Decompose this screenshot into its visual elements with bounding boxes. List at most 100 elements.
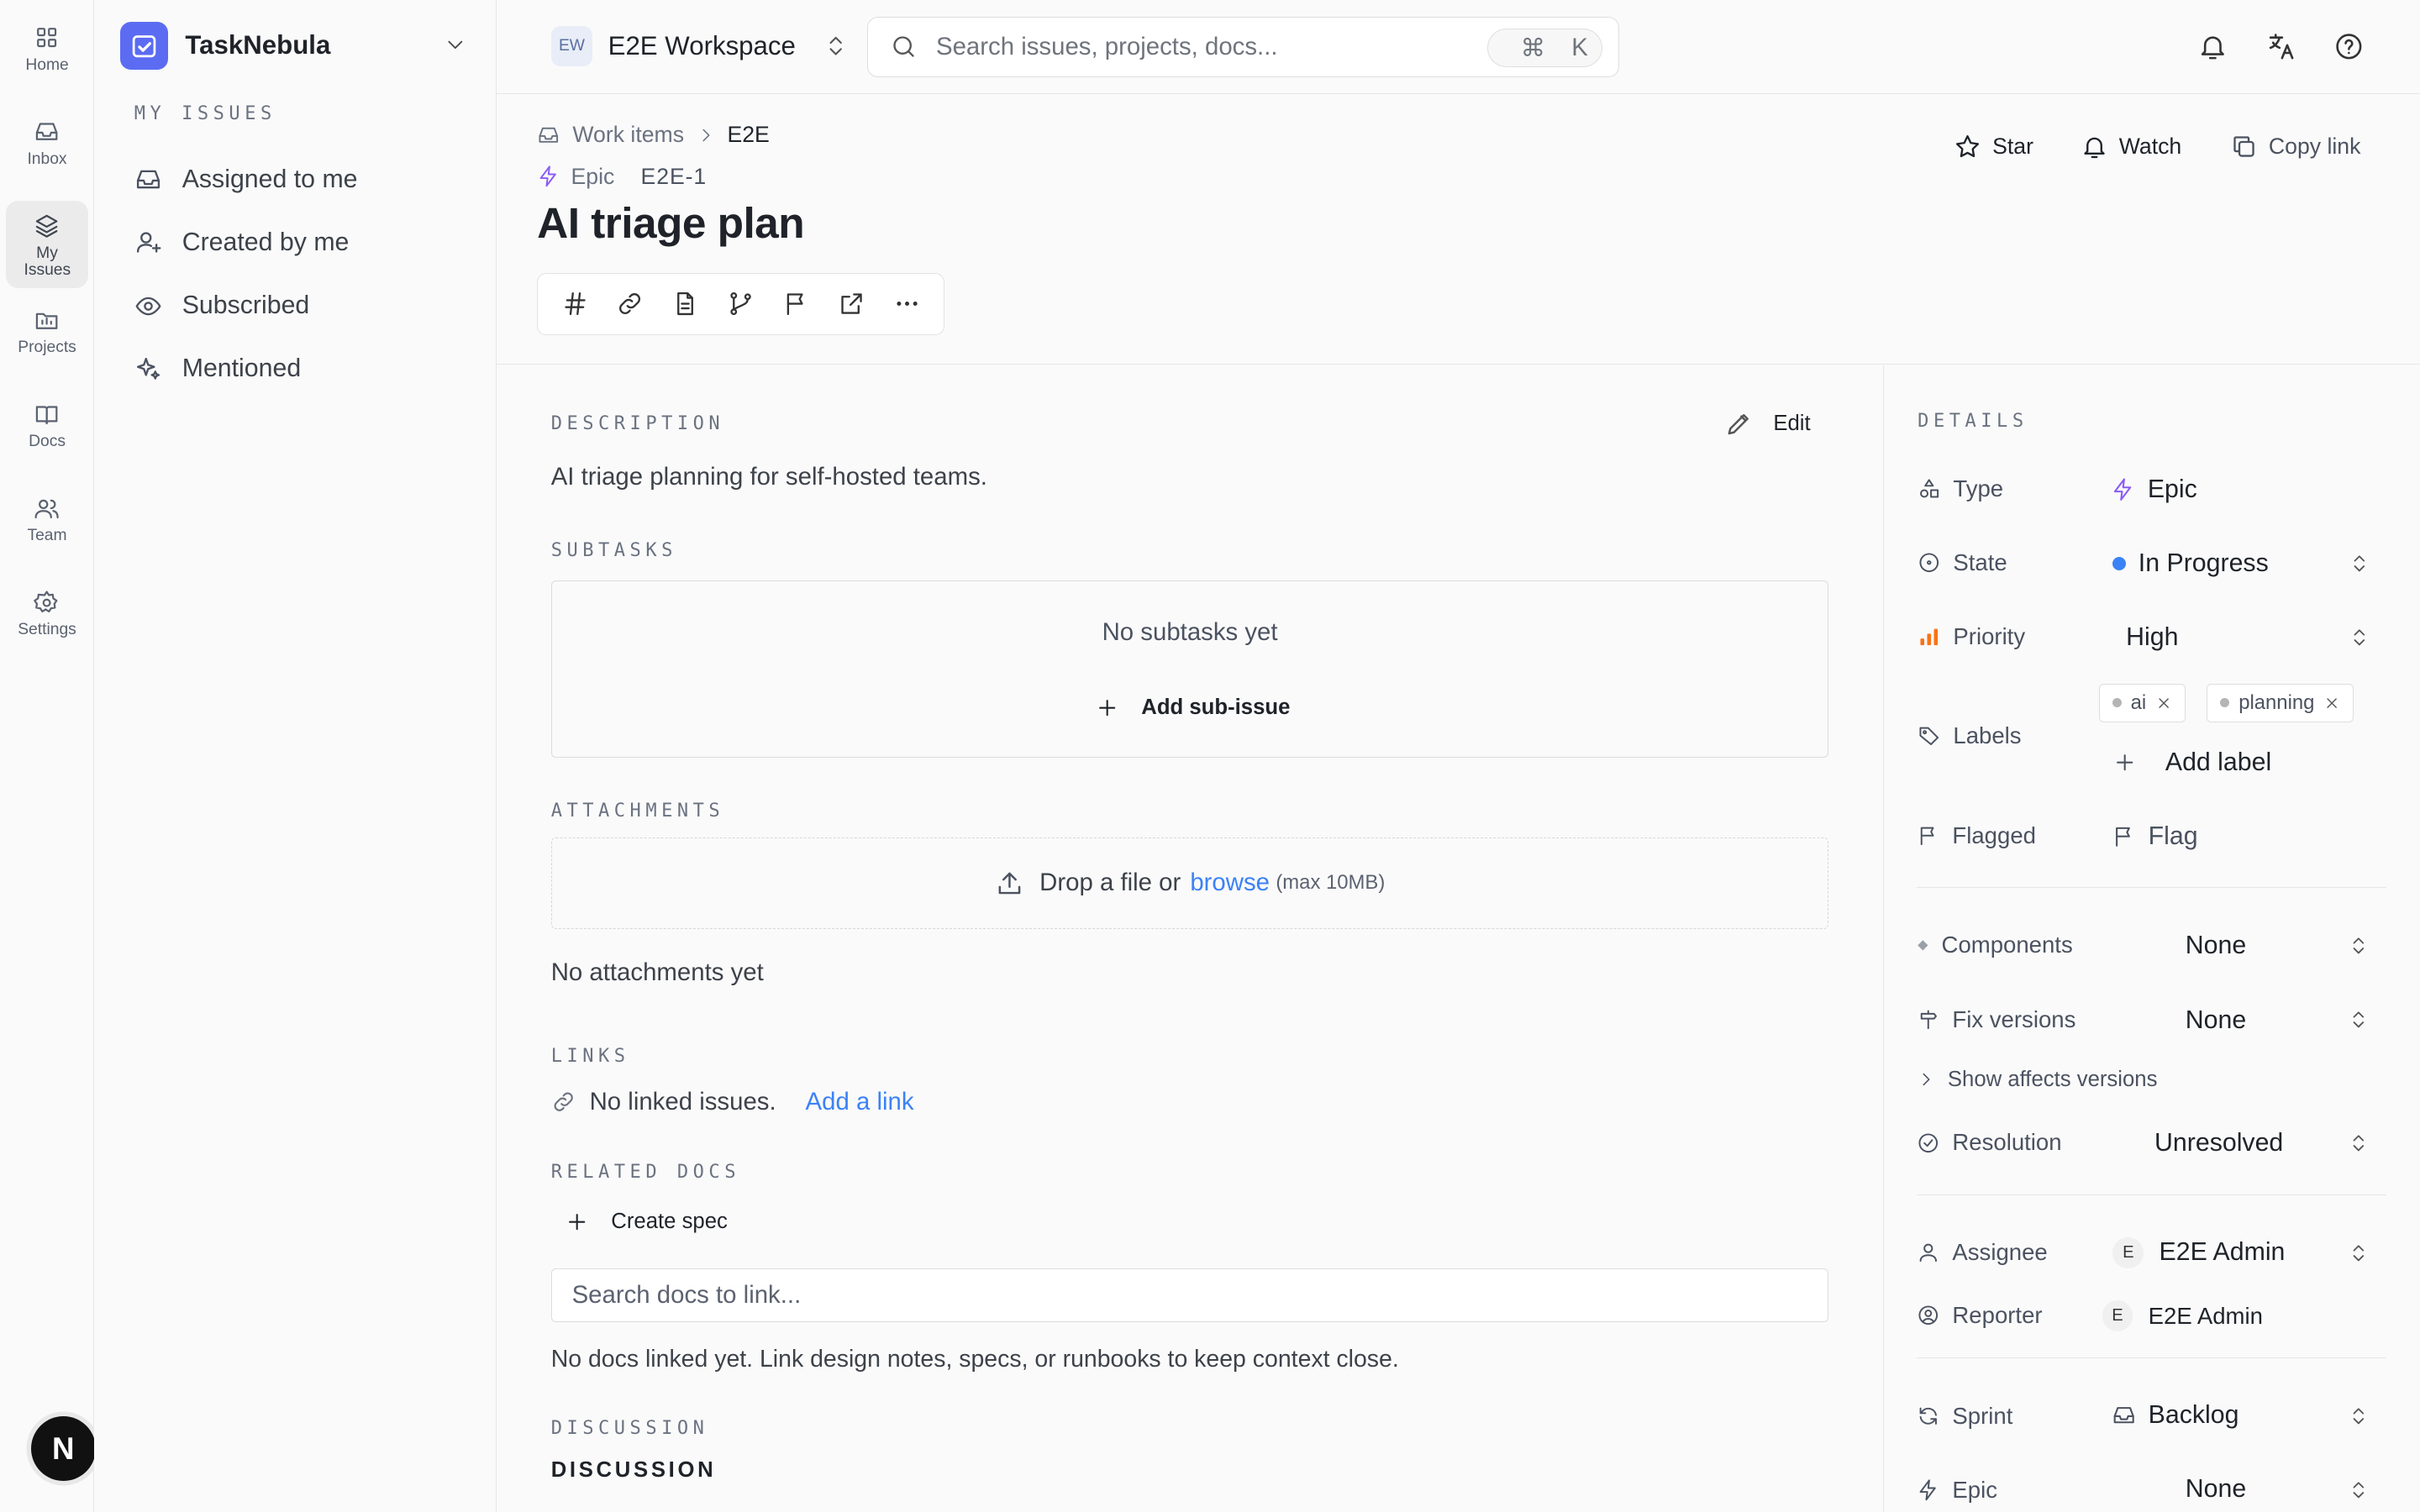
link-icon — [554, 1092, 573, 1111]
links-label: LINKS — [550, 1046, 630, 1068]
component-icon — [1918, 940, 1928, 951]
workspace-badge: EW — [550, 26, 593, 66]
label-chip-text: ai — [2130, 690, 2147, 714]
details-divider — [1917, 887, 2386, 888]
sidebar-item-subscribed[interactable]: Subscribed — [134, 291, 309, 320]
tag-icon — [1919, 727, 1939, 745]
fix-versions-label: Fix versions — [1952, 1005, 2076, 1032]
link-icon[interactable] — [616, 290, 644, 318]
flag-icon[interactable] — [782, 290, 810, 318]
priority-select[interactable]: High — [2126, 623, 2178, 652]
rail-inbox[interactable]: Inbox — [6, 118, 87, 168]
components-select[interactable]: None — [2186, 932, 2246, 960]
assignee-select[interactable]: E E2E Admin — [2112, 1237, 2285, 1268]
sprint-value: Backlog — [2148, 1400, 2239, 1429]
chevrons-up-down-icon[interactable] — [2348, 1009, 2370, 1031]
chevron-right-icon — [1923, 1074, 1930, 1086]
issue-key: E2E-1 — [640, 163, 708, 189]
discussion-title: DISCUSSION — [550, 1457, 717, 1482]
chevrons-up-down-icon[interactable] — [2348, 1132, 2370, 1154]
sprint-select[interactable]: Backlog — [2112, 1400, 2239, 1430]
breadcrumb-work-items[interactable]: Work items — [572, 122, 684, 148]
more-horizontal-icon[interactable] — [893, 290, 921, 318]
edit-description-button[interactable]: Edit — [1724, 409, 1811, 438]
hash-icon[interactable] — [561, 290, 589, 318]
watch-button[interactable]: Watch — [2081, 133, 2181, 160]
chevrons-up-down-icon[interactable] — [2348, 935, 2370, 957]
rail-team-label: Team — [27, 527, 67, 545]
sprint-field-label: Sprint — [1917, 1403, 2012, 1430]
help-icon[interactable] — [2333, 31, 2365, 62]
git-branch-icon[interactable] — [727, 290, 755, 318]
signpost-icon — [1920, 1010, 1938, 1029]
description-text[interactable]: AI triage planning for self-hosted teams… — [551, 463, 987, 491]
description-label: DESCRIPTION — [550, 413, 725, 435]
reporter-value-group: E E2E Admin — [2102, 1300, 2263, 1332]
close-icon[interactable] — [2323, 695, 2340, 711]
state-select[interactable]: In Progress — [2112, 549, 2269, 578]
reporter-value: E2E Admin — [2148, 1302, 2263, 1329]
labels-label: Labels — [1953, 722, 2022, 748]
sidebar-item-created[interactable]: Created by me — [134, 228, 350, 257]
rail-home[interactable]: Home — [6, 24, 87, 74]
copy-link-button[interactable]: Copy link — [2230, 133, 2360, 160]
sidebar-item-label: Created by me — [182, 228, 350, 256]
home-grid-icon — [37, 28, 57, 48]
flag-button[interactable]: Flag — [2112, 822, 2198, 851]
resolution-select[interactable]: Unresolved — [2154, 1129, 2283, 1158]
star-icon — [1956, 134, 1980, 158]
subtasks-empty: No subtasks yet — [1102, 617, 1278, 646]
add-label-button[interactable]: Add label — [2112, 748, 2271, 777]
priority-value: High — [2126, 623, 2179, 652]
label-chip-planning[interactable]: planning — [2207, 683, 2354, 722]
star-button[interactable]: Star — [1954, 133, 2033, 160]
related-docs-label: RELATED DOCS — [550, 1162, 740, 1184]
rail-team[interactable]: Team — [6, 496, 87, 545]
assignee-label: Assignee — [1952, 1238, 2048, 1265]
global-search[interactable]: Search issues, projects, docs... ⌘ K — [867, 17, 1619, 77]
epic-select[interactable]: None — [2186, 1475, 2246, 1504]
inbox-icon — [36, 123, 58, 141]
chevrons-up-down-icon[interactable] — [2348, 1242, 2370, 1264]
reporter-label: Reporter — [1952, 1302, 2043, 1329]
bolt-icon — [2113, 478, 2132, 501]
chevrons-up-down-icon[interactable] — [2348, 1405, 2370, 1427]
breadcrumb-project[interactable]: E2E — [727, 122, 769, 148]
attachment-dropzone[interactable]: Drop a file or browse (max 10MB) — [550, 837, 1829, 929]
browse-link[interactable]: browse — [1190, 869, 1270, 897]
close-icon[interactable] — [2155, 695, 2172, 711]
rail-settings[interactable]: Settings — [6, 590, 87, 639]
rail-my-issues[interactable]: My Issues — [6, 200, 88, 289]
type-value[interactable]: Epic — [2111, 475, 2197, 504]
translate-icon[interactable] — [2265, 31, 2296, 62]
plus-icon — [569, 1214, 586, 1231]
create-spec-button[interactable]: Create spec — [565, 1210, 728, 1234]
workspace-switcher[interactable]: EW E2E Workspace — [550, 26, 849, 66]
shapes-icon — [1920, 479, 1939, 498]
page-title[interactable]: AI triage plan — [537, 197, 804, 248]
chevrons-up-down-icon[interactable] — [2349, 553, 2370, 575]
chevron-down-icon[interactable] — [445, 34, 466, 55]
label-chip-ai[interactable]: ai — [2098, 683, 2186, 722]
label-dot — [2112, 698, 2122, 708]
sidebar-item-assigned[interactable]: Assigned to me — [134, 165, 358, 194]
bell-icon[interactable] — [2197, 31, 2228, 62]
brand[interactable]: TaskNebula — [120, 21, 330, 70]
show-affects-versions-toggle[interactable]: Show affects versions — [1917, 1068, 2157, 1092]
rail-projects[interactable]: Projects — [6, 307, 87, 357]
external-link-icon[interactable] — [838, 290, 865, 318]
add-label-text: Add label — [2165, 748, 2272, 776]
sidebar-item-mentioned[interactable]: Mentioned — [134, 354, 301, 383]
links-empty: No linked issues. — [589, 1087, 776, 1116]
document-icon[interactable] — [671, 290, 699, 318]
rail-docs[interactable]: Docs — [6, 402, 87, 451]
user-avatar[interactable]: N — [30, 1416, 96, 1482]
chevrons-up-down-icon[interactable] — [2349, 627, 2370, 648]
plus-icon — [1099, 699, 1116, 716]
docs-search-input[interactable]: Search docs to link... — [550, 1268, 1829, 1323]
add-subissue-button[interactable]: Add sub-issue — [1095, 696, 1290, 720]
issue-type-line: Epic E2E-1 — [537, 164, 707, 190]
chevrons-up-down-icon[interactable] — [2348, 1479, 2370, 1501]
add-link-button[interactable]: Add a link — [806, 1088, 914, 1116]
fix-versions-select[interactable]: None — [2186, 1006, 2246, 1035]
